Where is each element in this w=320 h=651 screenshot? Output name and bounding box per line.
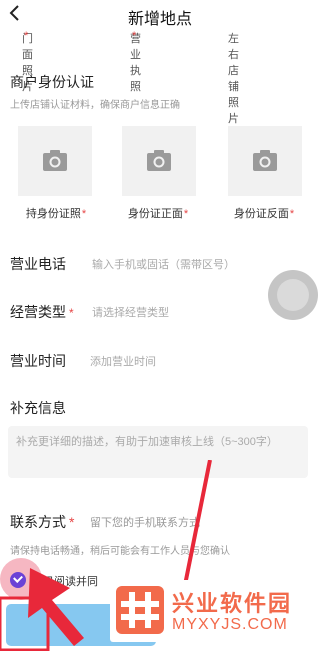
page-title: 新增地点 [127, 11, 192, 28]
agreement-text: 我已阅读并同 [32, 576, 98, 588]
upload-id-holding-photo[interactable] [18, 126, 92, 196]
watermark-url: MYXYJS.COM [172, 616, 288, 633]
agreement-checkbox[interactable] [10, 572, 26, 588]
hours-label: 营业时间 [10, 353, 66, 369]
phone-input[interactable]: 输入手机或固话（需带区号） [92, 256, 235, 272]
supplement-textarea[interactable]: 补充更详细的描述，有助于加速审核上线（5~300字） [8, 426, 308, 478]
supplement-title: 补充信息 [10, 400, 66, 416]
camera-icon [43, 150, 67, 171]
identity-section-title: 商户身份认证 [10, 74, 94, 90]
contact-note: 请保持电话畅通，稍后可能会有工作人员与您确认 [10, 546, 230, 557]
camera-icon [253, 150, 277, 171]
upload-id-back[interactable] [228, 126, 302, 196]
phone-label: 营业电话 [10, 256, 66, 272]
photo-label-id-back: 身份证反面* [233, 208, 295, 220]
photo-label-id-front: 身份证正面* [127, 208, 189, 220]
watermark-logo: 兴业软件园 MYXYJS.COM [110, 580, 318, 642]
watermark-name: 兴业软件园 [172, 591, 293, 616]
camera-icon [147, 150, 171, 171]
contact-input[interactable]: 留下您的手机联系方式 [90, 514, 200, 530]
nav-bar: 新增地点 [0, 0, 320, 30]
photo-label-id-holding: 持身份证照* [25, 208, 87, 220]
floating-assistive-button[interactable] [268, 270, 318, 320]
identity-section-subtitle: 上传店铺认证材料，确保商户信息正确 [10, 100, 180, 111]
hash-logo-icon [116, 586, 164, 634]
hours-input[interactable]: 添加营业时间 [90, 353, 156, 369]
category-select[interactable]: 请选择经营类型 [92, 304, 169, 320]
upload-id-front[interactable] [122, 126, 196, 196]
category-label: 经营类型 * [10, 304, 74, 320]
contact-label: 联系方式 * [10, 514, 75, 530]
photo-labels-top: 门面照片 * 营业执照 * 左右店铺照片 [22, 30, 239, 125]
